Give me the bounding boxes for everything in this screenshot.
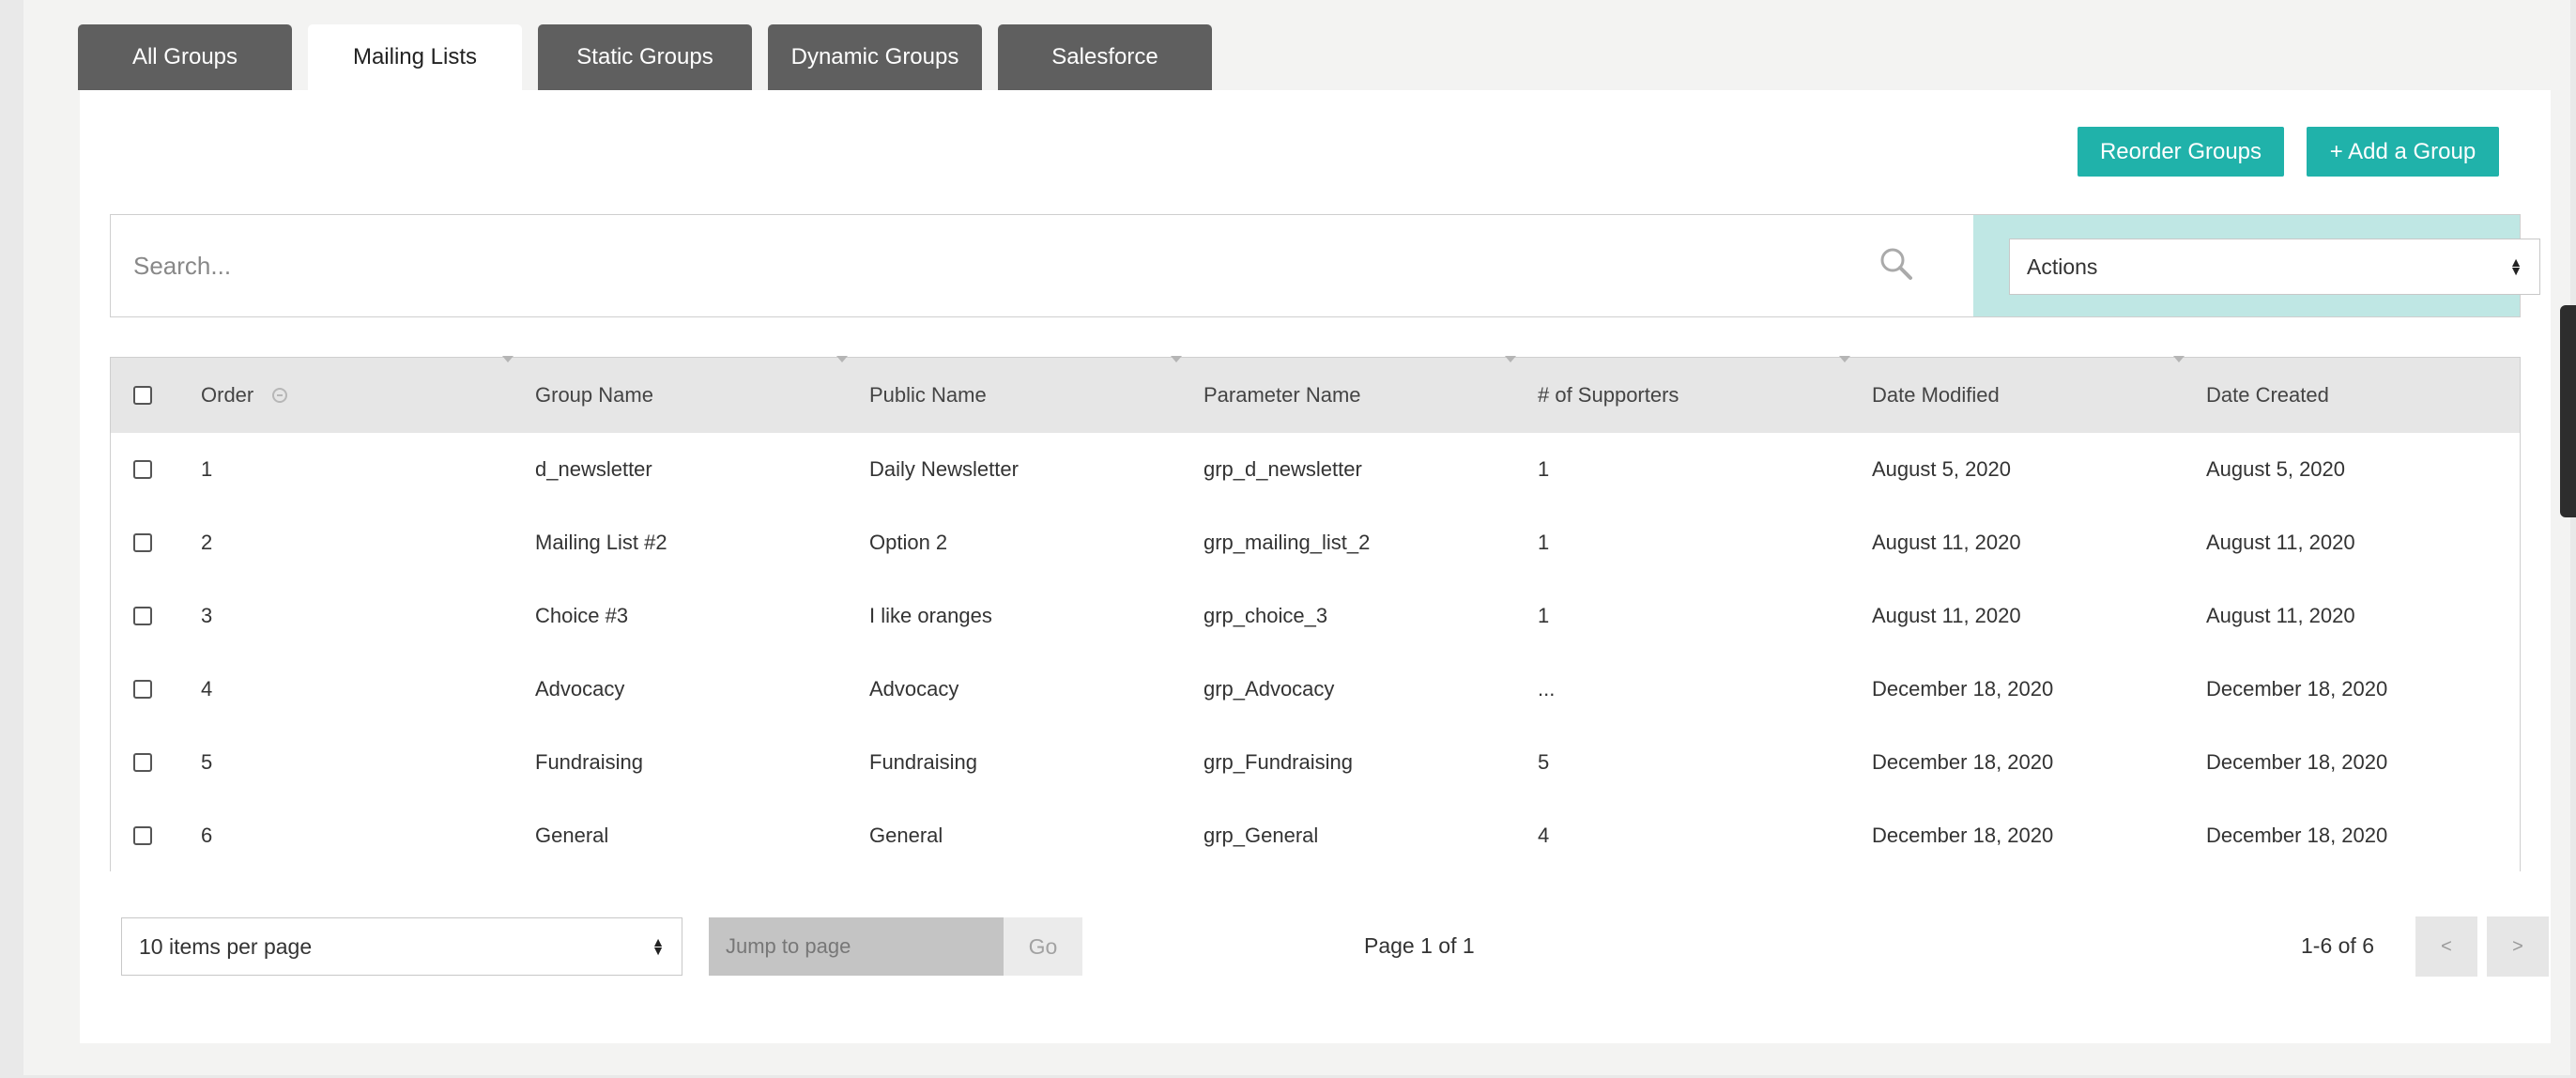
date-created-cell: August 11, 2020 [2206, 604, 2355, 627]
up-down-arrows-icon: ▲ ▼ [2509, 254, 2522, 278]
groups-table: Order Group Name Public Name Parameter N… [110, 356, 2521, 872]
parameter-name-cell: grp_Advocacy [1204, 677, 1335, 701]
supporters-cell: ... [1538, 677, 1556, 701]
group-name-cell[interactable]: Advocacy [535, 653, 624, 726]
supporters-cell: 4 [1538, 824, 1550, 847]
table-row[interactable]: 2 Mailing List #2 Option 2 grp_mailing_l… [111, 506, 2520, 580]
date-created-cell: August 11, 2020 [2206, 531, 2355, 554]
sort-caret-icon [2173, 356, 2185, 362]
row-checkbox[interactable] [133, 607, 152, 625]
row-checkbox[interactable] [133, 460, 152, 479]
header-supporters[interactable]: # of Supporters [1538, 358, 1679, 433]
sort-caret-icon [502, 356, 514, 362]
header-order-label: Order [201, 383, 254, 407]
order-cell: 2 [201, 531, 213, 554]
date-created-cell: December 18, 2020 [2206, 824, 2388, 847]
select-all-checkbox[interactable] [133, 386, 152, 405]
public-name-cell: General [869, 824, 943, 847]
supporters-cell: 1 [1538, 457, 1550, 481]
header-parameter-name[interactable]: Parameter Name [1204, 358, 1361, 433]
search-input[interactable] [111, 215, 1917, 316]
parameter-name-cell: grp_d_newsletter [1204, 457, 1362, 481]
parameter-name-cell: grp_Fundraising [1204, 750, 1353, 774]
next-page-button[interactable]: > [2487, 916, 2549, 977]
drag-handle-icon [272, 388, 288, 403]
public-name-cell: Advocacy [869, 677, 959, 701]
order-cell: 5 [201, 750, 213, 774]
add-group-button[interactable]: + Add a Group [2307, 127, 2499, 177]
date-created-cell: December 18, 2020 [2206, 677, 2388, 701]
date-modified-cell: December 18, 2020 [1872, 677, 2054, 701]
table-row[interactable]: 4 Advocacy Advocacy grp_Advocacy ... Dec… [111, 653, 2520, 727]
group-name-cell[interactable]: Fundraising [535, 726, 643, 799]
order-cell: 3 [201, 604, 213, 627]
tab-mailing-lists[interactable]: Mailing Lists [308, 24, 522, 90]
public-name-cell: Fundraising [869, 750, 977, 774]
row-checkbox[interactable] [133, 680, 152, 699]
search-bar: Actions ▲▼ [110, 214, 2540, 317]
parameter-name-cell: grp_choice_3 [1204, 604, 1328, 627]
date-modified-cell: December 18, 2020 [1872, 750, 2054, 774]
public-name-cell: I like oranges [869, 604, 992, 627]
row-checkbox[interactable] [133, 533, 152, 552]
supporters-cell: 1 [1538, 604, 1550, 627]
row-checkbox[interactable] [133, 753, 152, 772]
sort-caret-icon [836, 356, 848, 362]
table-row[interactable]: 6 General General grp_General 4 December… [111, 799, 2520, 872]
tab-static-groups[interactable]: Static Groups [538, 24, 752, 90]
table-row[interactable]: 5 Fundraising Fundraising grp_Fundraisin… [111, 726, 2520, 800]
header-date-modified[interactable]: Date Modified [1872, 358, 2000, 433]
prev-page-button[interactable]: < [2415, 916, 2477, 977]
page-background: All Groups Mailing Lists Static Groups D… [23, 0, 2570, 1075]
search-icon[interactable] [1878, 245, 1915, 283]
go-button[interactable]: Go [1004, 917, 1082, 976]
items-per-page-label: 10 items per page [139, 933, 313, 959]
public-name-cell: Option 2 [869, 531, 948, 554]
order-cell: 6 [201, 824, 213, 847]
date-created-cell: December 18, 2020 [2206, 750, 2388, 774]
header-order[interactable]: Order [201, 358, 288, 433]
group-name-cell[interactable]: Mailing List #2 [535, 506, 667, 579]
items-per-page-select[interactable]: 10 items per page ▲ ▼ [121, 917, 682, 976]
group-name-cell[interactable]: General [535, 799, 608, 872]
table-header: Order Group Name Public Name Parameter N… [111, 356, 2520, 434]
sort-caret-icon [1171, 356, 1182, 362]
group-name-cell[interactable]: d_newsletter [535, 433, 652, 506]
order-cell: 1 [201, 457, 213, 481]
table-row[interactable]: 1 d_newsletter Daily Newsletter grp_d_ne… [111, 433, 2520, 507]
actions-select[interactable]: Actions ▲ ▼ [2009, 239, 2540, 295]
jump-to-page-input[interactable] [709, 917, 1004, 976]
date-modified-cell: August 11, 2020 [1872, 531, 2021, 554]
actions-area: Actions ▲ ▼ [1973, 215, 2540, 316]
date-modified-cell: December 18, 2020 [1872, 824, 2054, 847]
date-modified-cell: August 5, 2020 [1872, 457, 2012, 481]
results-range: 1-6 of 6 [2301, 933, 2374, 958]
parameter-name-cell: grp_General [1204, 824, 1319, 847]
header-group-name[interactable]: Group Name [535, 358, 653, 433]
mailing-lists-panel: Reorder Groups + Add a Group Actions ▲▼ [80, 90, 2551, 1043]
supporters-cell: 5 [1538, 750, 1550, 774]
tab-salesforce[interactable]: Salesforce [998, 24, 1212, 90]
tab-dynamic-groups[interactable]: Dynamic Groups [768, 24, 982, 90]
header-public-name[interactable]: Public Name [869, 358, 987, 433]
actions-select-label: Actions [2027, 254, 2098, 279]
page-info: Page 1 of 1 [1364, 933, 1475, 958]
up-down-arrows-icon: ▲ ▼ [652, 934, 665, 958]
tab-all-groups[interactable]: All Groups [78, 24, 292, 90]
side-panel-handle[interactable] [2560, 305, 2576, 517]
header-date-created[interactable]: Date Created [2206, 358, 2329, 433]
row-checkbox[interactable] [133, 826, 152, 845]
sort-caret-icon [1505, 356, 1516, 362]
group-name-cell[interactable]: Choice #3 [535, 579, 628, 653]
parameter-name-cell: grp_mailing_list_2 [1204, 531, 1371, 554]
table-row[interactable]: 3 Choice #3 I like oranges grp_choice_3 … [111, 579, 2520, 654]
order-cell: 4 [201, 677, 213, 701]
date-modified-cell: August 11, 2020 [1872, 604, 2021, 627]
date-created-cell: August 5, 2020 [2206, 457, 2346, 481]
public-name-cell: Daily Newsletter [869, 457, 1019, 481]
supporters-cell: 1 [1538, 531, 1550, 554]
reorder-groups-button[interactable]: Reorder Groups [2078, 127, 2284, 177]
sort-caret-icon [1839, 356, 1850, 362]
